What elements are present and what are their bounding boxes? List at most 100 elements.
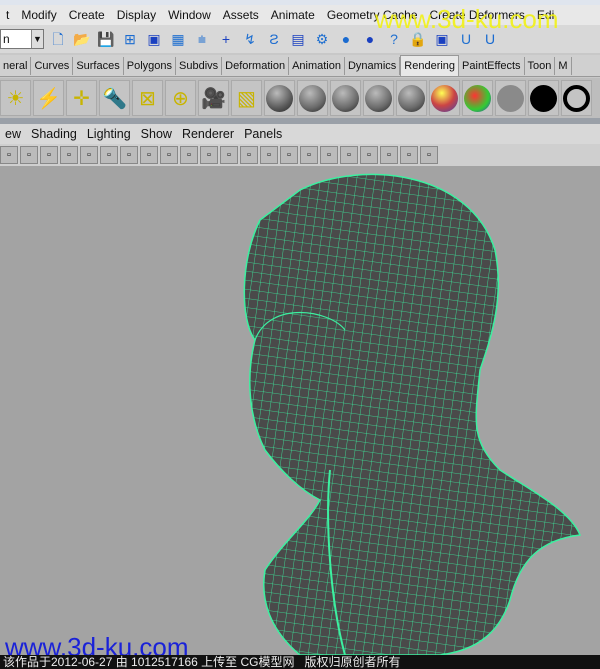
tab-animation[interactable]: Animation	[289, 56, 345, 75]
tab-surfaces[interactable]: Surfaces	[73, 56, 124, 75]
ocean-shader-button[interactable]	[561, 80, 592, 116]
select-object-icon[interactable]: ▣	[144, 29, 164, 49]
safe-action-icon[interactable]: ▫	[160, 146, 178, 164]
tab-toon[interactable]: Toon	[525, 56, 556, 75]
joint-xray-icon[interactable]: ▫	[420, 146, 438, 164]
area-light-button[interactable]: ⊠	[132, 80, 163, 116]
anisotropic-icon	[398, 84, 425, 112]
ambient-light-icon: ☀	[6, 87, 25, 110]
tab-m[interactable]: M	[555, 56, 572, 75]
menu-assets[interactable]: Assets	[217, 8, 265, 22]
shelf: ☀ ⚡ ✛ 🔦 ⊠ ⊕ 🎥 ▧	[0, 78, 600, 118]
wireframe-icon[interactable]: ▫	[220, 146, 238, 164]
shelf-tabs: neral Curves Surfaces Polygons Subdivs Deform…	[0, 55, 600, 77]
menu-display[interactable]: Display	[111, 8, 162, 22]
smooth-shade-icon[interactable]: ▫	[240, 146, 258, 164]
select-hierarchy-icon[interactable]: ⊞	[120, 29, 140, 49]
menu-t[interactable]: t	[0, 8, 15, 22]
menu-create[interactable]: Create	[63, 8, 111, 22]
panel-menu-lighting[interactable]: Lighting	[82, 127, 136, 141]
menu-set-dropdown[interactable]: n ▼	[0, 29, 44, 49]
tab-neral[interactable]: neral	[0, 56, 32, 75]
resolution-gate-icon[interactable]: ▫	[120, 146, 138, 164]
open-scene-icon[interactable]: 📂	[72, 29, 92, 49]
field-chart-icon[interactable]: ▫	[140, 146, 158, 164]
menu-window[interactable]: Window	[162, 8, 217, 22]
textured-icon[interactable]: ▫	[280, 146, 298, 164]
wireframe-on-shaded-icon[interactable]: ▫	[380, 146, 398, 164]
phong-icon	[299, 84, 326, 112]
tab-painteffects[interactable]: PaintEffects	[459, 56, 525, 75]
camera-attr-icon[interactable]: ▫	[20, 146, 38, 164]
lambert-icon	[332, 84, 359, 112]
panel-menu-renderer[interactable]: Renderer	[177, 127, 239, 141]
spot-light-icon: 🔦	[102, 87, 127, 110]
tab-deformation[interactable]: Deformation	[222, 56, 290, 75]
anisotropic-button[interactable]	[396, 80, 427, 116]
watermark-top: www.3d-ku.com	[375, 4, 559, 34]
blinn-icon	[266, 84, 293, 112]
backface-icon[interactable]: ▫	[400, 146, 418, 164]
render-icon[interactable]: ⚙	[312, 29, 332, 49]
panel-menu-shading[interactable]: Shading	[26, 127, 82, 141]
lambert-button[interactable]	[330, 80, 361, 116]
isolate-select-icon[interactable]: ▫	[360, 146, 378, 164]
snap-grid-icon[interactable]: ⩧	[192, 29, 212, 49]
camera-select-icon[interactable]: ▫	[0, 146, 18, 164]
snap-point-icon[interactable]: ↯	[240, 29, 260, 49]
safe-title-icon[interactable]: ▫	[180, 146, 198, 164]
construction-history-icon[interactable]: ▤	[288, 29, 308, 49]
menu-modify[interactable]: Modify	[15, 8, 62, 22]
surface-shader-button[interactable]	[495, 80, 526, 116]
blinn-button[interactable]	[264, 80, 295, 116]
perspective-viewport[interactable]	[0, 166, 600, 656]
save-scene-icon[interactable]: 💾	[96, 29, 116, 49]
hypershade-button[interactable]: ▧	[231, 80, 262, 116]
directional-light-button[interactable]: ⚡	[33, 80, 64, 116]
menu-animate[interactable]: Animate	[265, 8, 321, 22]
xray-icon[interactable]: ▫	[340, 146, 358, 164]
flat-shade-icon[interactable]: ▫	[260, 146, 278, 164]
panel-menu-show[interactable]: Show	[136, 127, 177, 141]
ocean-shader-icon	[563, 84, 590, 112]
phong-e-icon	[365, 84, 392, 112]
gate-mask-icon[interactable]: ▫	[200, 146, 218, 164]
use-background-button[interactable]	[528, 80, 559, 116]
image-plane-icon[interactable]: ▫	[60, 146, 78, 164]
bookmark-icon[interactable]: ▫	[40, 146, 58, 164]
new-scene-icon[interactable]: 🗋	[48, 29, 68, 49]
panel-menu-panels[interactable]: Panels	[239, 127, 287, 141]
area-light-icon: ⊠	[139, 87, 156, 110]
tab-rendering[interactable]: Rendering	[400, 55, 460, 76]
phong-e-button[interactable]	[363, 80, 394, 116]
shadows-icon[interactable]: ▫	[320, 146, 338, 164]
ambient-light-button[interactable]: ☀	[0, 80, 31, 116]
tab-subdivs[interactable]: Subdivs	[176, 56, 223, 75]
panel-menu-ew[interactable]: ew	[0, 127, 26, 141]
hypershade-icon: ▧	[237, 87, 256, 110]
grid-icon[interactable]: ▫	[80, 146, 98, 164]
layered-shader-button[interactable]	[429, 80, 460, 116]
surface-shader-icon	[497, 84, 524, 112]
phong-button[interactable]	[297, 80, 328, 116]
panel-toolbar: ▫ ▫ ▫ ▫ ▫ ▫ ▫ ▫ ▫ ▫ ▫ ▫ ▫ ▫ ▫ ▫ ▫ ▫ ▫ ▫ ▫ ▫	[0, 144, 600, 166]
point-light-button[interactable]: ✛	[66, 80, 97, 116]
snap-curve-icon[interactable]: +	[216, 29, 236, 49]
use-lights-icon[interactable]: ▫	[300, 146, 318, 164]
ipr-render-icon[interactable]: ●	[336, 29, 356, 49]
layered-shader-icon	[431, 84, 458, 112]
snap-plane-icon[interactable]: Ƨ	[264, 29, 284, 49]
tab-polygons[interactable]: Polygons	[124, 56, 176, 75]
ramp-shader-icon	[464, 84, 491, 112]
spot-light-button[interactable]: 🔦	[99, 80, 130, 116]
ramp-shader-button[interactable]	[462, 80, 493, 116]
panel-menubar: ew Shading Lighting Show Renderer Panels	[0, 124, 600, 144]
tab-curves[interactable]: Curves	[31, 56, 74, 75]
directional-light-icon: ⚡	[36, 87, 61, 110]
select-component-icon[interactable]: ▦	[168, 29, 188, 49]
volume-light-button[interactable]: ⊕	[165, 80, 196, 116]
tab-dynamics[interactable]: Dynamics	[345, 56, 401, 75]
camera-button[interactable]: 🎥	[198, 80, 229, 116]
film-gate-icon[interactable]: ▫	[100, 146, 118, 164]
use-background-icon	[530, 84, 557, 112]
